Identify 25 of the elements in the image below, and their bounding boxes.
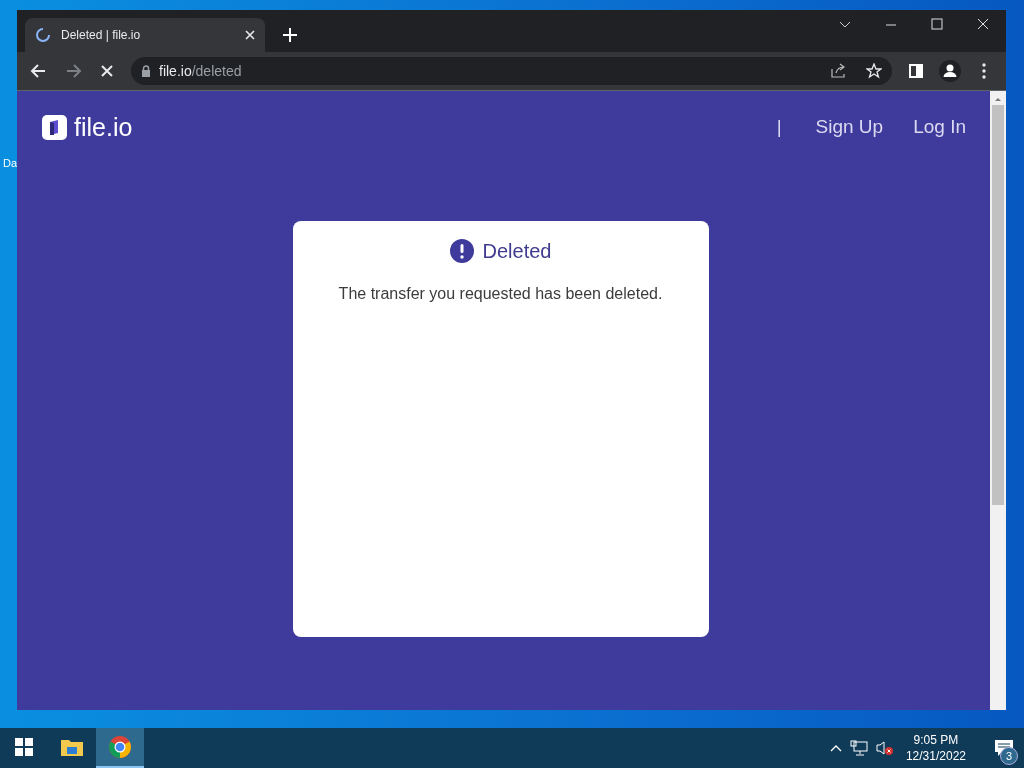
nav-link[interactable]: Log In: [913, 116, 966, 138]
logo-text: file.io: [74, 112, 133, 142]
loading-spinner-icon: [35, 27, 51, 43]
card-message: The transfer you requested has been deleted.: [338, 285, 663, 303]
share-icon[interactable]: [830, 63, 846, 79]
notification-count: 3: [1000, 747, 1018, 765]
chevron-up-icon[interactable]: [829, 744, 842, 752]
browser-tab[interactable]: Deleted | file.io: [25, 18, 265, 52]
alert-icon: [449, 239, 474, 263]
nav-link[interactable]: Sign Up: [815, 116, 884, 138]
desktop-icon-label: Da: [3, 157, 18, 169]
card-title: Deleted: [482, 239, 552, 263]
network-icon[interactable]: [849, 740, 868, 756]
muted-speaker-icon[interactable]: [875, 740, 894, 756]
close-icon[interactable]: [245, 30, 255, 40]
logo-icon: [42, 114, 67, 140]
lock-icon: [141, 65, 151, 77]
scrollbar[interactable]: [990, 91, 1006, 710]
chrome-icon[interactable]: [96, 728, 144, 768]
scroll-up-icon[interactable]: [994, 95, 1002, 103]
star-icon[interactable]: [866, 63, 882, 79]
nav-separator: |: [776, 116, 782, 138]
address-bar[interactable]: file.io/deleted: [131, 57, 892, 85]
profile-icon[interactable]: [936, 57, 964, 85]
clock[interactable]: 9:05 PM 12/31/2022: [901, 732, 976, 764]
